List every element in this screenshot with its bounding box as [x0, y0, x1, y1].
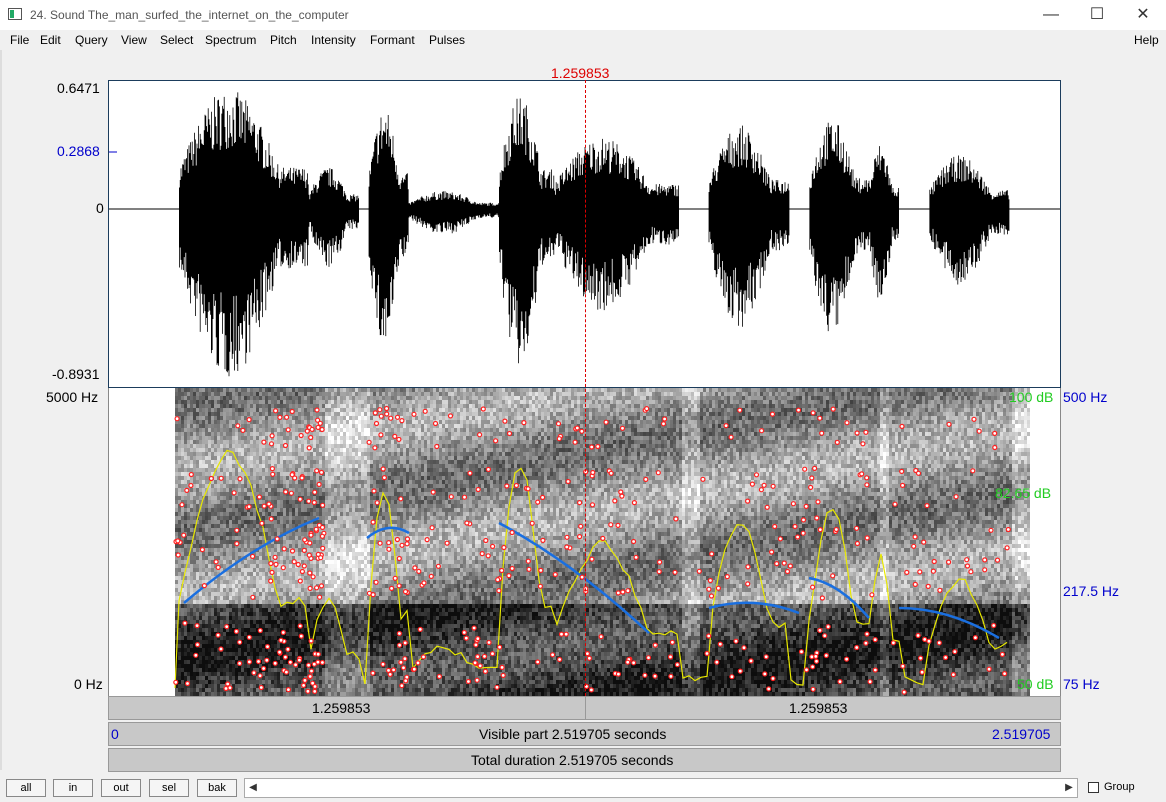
menu-bar: File Edit Query View Select Spectrum Pit…: [0, 30, 1166, 50]
menu-query[interactable]: Query: [75, 33, 108, 47]
left-segment-duration[interactable]: 1.259853: [312, 700, 370, 716]
waveform-y-max: 0.6471: [57, 80, 100, 96]
intensity-min-label: 50 dB: [1017, 676, 1054, 692]
visible-part-bar[interactable]: 0 Visible part 2.519705 seconds 2.519705: [108, 722, 1061, 746]
right-segment-duration[interactable]: 1.259853: [789, 700, 847, 716]
menu-pitch[interactable]: Pitch: [270, 33, 297, 47]
pitch-mark-label: 217.5 Hz: [1063, 583, 1119, 599]
total-duration-label: Total duration 2.519705 seconds: [471, 752, 673, 768]
menu-intensity[interactable]: Intensity: [311, 33, 356, 47]
menu-formant[interactable]: Formant: [370, 33, 415, 47]
bottom-toolbar: all in out sel bak ◀ ▶ Group: [0, 774, 1166, 802]
total-duration-bar[interactable]: Total duration 2.519705 seconds: [108, 748, 1061, 772]
maximize-button[interactable]: ☐: [1074, 0, 1120, 30]
menu-spectrum[interactable]: Spectrum: [205, 33, 256, 47]
menu-pulses[interactable]: Pulses: [429, 33, 465, 47]
praat-app-icon: [8, 8, 22, 20]
intensity-mark-label: 82.65 dB: [995, 485, 1051, 501]
waveform-y-mark: 0.2868: [57, 143, 100, 159]
pitch-max-label: 500 Hz: [1063, 389, 1107, 405]
spectrogram-freq-min: 0 Hz: [74, 676, 103, 692]
visible-start-time: 0: [111, 726, 119, 742]
group-label: Group: [1104, 781, 1135, 793]
zoom-in-button[interactable]: in: [53, 779, 93, 797]
group-checkbox[interactable]: [1088, 782, 1099, 793]
segment-bar: 1.259853 1.259853: [108, 696, 1061, 720]
title-bar: 24. Sound The_man_surfed_the_internet_on…: [0, 0, 1166, 30]
scroll-left-icon[interactable]: ◀: [245, 779, 261, 797]
zoom-all-button[interactable]: all: [6, 779, 46, 797]
menu-help[interactable]: Help: [1134, 33, 1159, 47]
menu-view[interactable]: View: [121, 33, 147, 47]
waveform-y-zero: 0: [96, 200, 104, 216]
close-button[interactable]: ✕: [1120, 0, 1166, 30]
visible-part-label: Visible part 2.519705 seconds: [479, 726, 666, 742]
zoom-selection-button[interactable]: sel: [149, 779, 189, 797]
menu-file[interactable]: File: [10, 33, 29, 47]
horizontal-scrollbar[interactable]: ◀ ▶: [244, 778, 1078, 798]
zoom-back-button[interactable]: bak: [197, 779, 237, 797]
menu-edit[interactable]: Edit: [40, 33, 61, 47]
cursor-line: [585, 80, 586, 696]
pitch-min-label: 75 Hz: [1063, 676, 1100, 692]
window-title: 24. Sound The_man_surfed_the_internet_on…: [30, 8, 349, 22]
intensity-max-label: 100 dB: [1009, 389, 1053, 405]
visible-end-time: 2.519705: [992, 726, 1050, 742]
menu-select[interactable]: Select: [160, 33, 193, 47]
cursor-time-label: 1.259853: [551, 65, 609, 81]
waveform-y-min: -0.8931: [52, 366, 99, 382]
scroll-right-icon[interactable]: ▶: [1061, 779, 1077, 797]
zoom-out-button[interactable]: out: [101, 779, 141, 797]
spectrogram-freq-max: 5000 Hz: [46, 389, 98, 405]
minimize-button[interactable]: —: [1028, 0, 1074, 30]
